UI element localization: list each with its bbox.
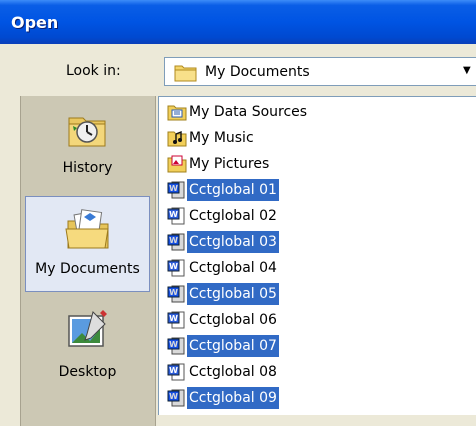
look-in-value: My Documents <box>205 64 310 80</box>
file-name: Cctglobal 09 <box>187 387 279 409</box>
svg-text:W: W <box>169 288 178 297</box>
look-in-label: Look in: <box>66 63 121 79</box>
file-name: Cctglobal 01 <box>187 179 279 201</box>
svg-text:W: W <box>169 236 178 245</box>
word-document-icon: W <box>167 233 187 251</box>
file-name: Cctglobal 08 <box>189 364 277 380</box>
svg-text:W: W <box>169 340 178 349</box>
history-icon <box>63 106 111 154</box>
file-name: My Pictures <box>189 156 270 172</box>
folder-data-sources-icon <box>167 103 187 121</box>
places-item-desktop[interactable]: Desktop <box>25 296 150 392</box>
file-name: My Data Sources <box>189 104 308 120</box>
my-documents-icon <box>64 207 112 255</box>
word-document-icon: W <box>167 259 187 277</box>
look-in-combobox[interactable]: My Documents ▼ <box>164 57 476 86</box>
folder-music-icon <box>167 129 187 147</box>
desktop-icon <box>63 306 111 354</box>
svg-text:W: W <box>169 210 178 219</box>
svg-text:W: W <box>169 392 178 401</box>
title-bar[interactable]: Open <box>0 0 476 44</box>
chevron-down-icon[interactable]: ▼ <box>463 66 473 76</box>
file-name: Cctglobal 04 <box>189 260 277 276</box>
file-name: My Music <box>189 130 254 146</box>
file-name: Cctglobal 05 <box>187 283 279 305</box>
file-name: Cctglobal 03 <box>187 231 279 253</box>
places-item-label: History <box>62 160 113 176</box>
file-list[interactable]: My Data Sources My Music My Pictures W C… <box>158 96 476 415</box>
places-bar: History My Documents Desktop <box>20 96 156 426</box>
word-document-icon: W <box>167 363 187 381</box>
folder-pictures-icon <box>167 155 187 173</box>
word-document-icon: W <box>167 311 187 329</box>
word-document-icon: W <box>167 285 187 303</box>
file-name: Cctglobal 07 <box>187 335 279 357</box>
svg-text:W: W <box>169 314 178 323</box>
svg-text:W: W <box>169 262 178 271</box>
word-document-icon: W <box>167 337 187 355</box>
word-document-icon: W <box>167 181 187 199</box>
dialog-title: Open <box>11 13 59 32</box>
word-document-icon: W <box>167 207 187 225</box>
places-item-label: My Documents <box>35 261 140 277</box>
svg-text:W: W <box>169 366 178 375</box>
svg-text:W: W <box>169 184 178 193</box>
folder-icon <box>173 61 199 86</box>
file-name: Cctglobal 02 <box>189 208 277 224</box>
word-document-icon: W <box>167 389 187 407</box>
file-name: Cctglobal 06 <box>189 312 277 328</box>
places-item-history[interactable]: History <box>25 96 150 192</box>
places-item-my-documents[interactable]: My Documents <box>25 196 150 292</box>
places-item-label: Desktop <box>58 364 117 380</box>
